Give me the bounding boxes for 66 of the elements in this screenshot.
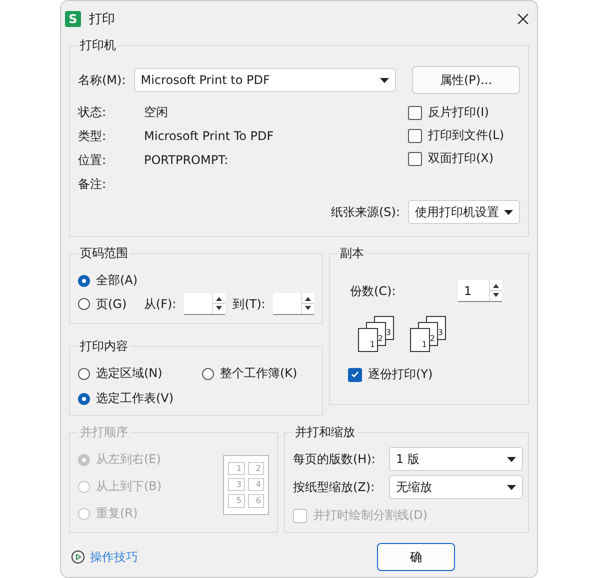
page-order-preview: 1 2 3 4 5 6	[223, 454, 269, 514]
checkmark-icon	[351, 371, 359, 378]
group-title: 副本	[339, 245, 365, 262]
info-label: 备注:	[78, 176, 108, 192]
field-value: 1	[463, 282, 473, 300]
group-title: 页码范围	[79, 245, 129, 262]
paper-source-select[interactable]: 使用打印机设置	[408, 200, 520, 224]
field-label: 到(T):	[232, 296, 266, 312]
radio-label: 选定区域(N)	[96, 365, 162, 382]
radio-label: 从左到右(E)	[96, 451, 161, 468]
spin-arrows-icon[interactable]	[212, 293, 225, 314]
info-label: 位置:	[78, 152, 108, 168]
info-value: PORTPROMPT:	[144, 153, 228, 167]
radio-label: 整个工作簿(K)	[220, 365, 298, 382]
from-page-field[interactable]	[184, 293, 225, 315]
radio-button[interactable]	[78, 298, 90, 310]
radio-label: 页(G)	[96, 296, 127, 312]
checkbox[interactable]	[408, 128, 422, 142]
radio-button[interactable]	[78, 274, 90, 286]
group-title: 并打和缩放	[294, 424, 356, 441]
radio-button[interactable]	[78, 368, 90, 380]
close-icon[interactable]	[517, 13, 529, 25]
copies-field[interactable]: 1	[458, 280, 502, 302]
app-icon: S	[65, 11, 81, 27]
scale-select[interactable]: 无缩放	[389, 475, 523, 499]
radio-button[interactable]	[78, 392, 90, 404]
to-page-field[interactable]	[273, 293, 314, 315]
radio-label: 选定工作表(V)	[96, 390, 174, 407]
field-label: 名称(M):	[78, 72, 126, 88]
pages-per-sheet-select[interactable]: 1 版	[389, 447, 523, 471]
radio-label: 从上到下(B)	[96, 478, 162, 495]
spin-arrows-icon[interactable]	[300, 293, 314, 314]
window-title: 打印	[89, 11, 116, 28]
play-icon	[71, 550, 85, 564]
ok-button[interactable]: 确	[377, 543, 455, 571]
checkbox-label: 打印到文件(L)	[428, 127, 504, 144]
checkbox-label: 逐份打印(Y)	[368, 366, 433, 383]
checkbox-label: 反片打印(I)	[428, 104, 489, 121]
group-title: 并打顺序	[79, 424, 129, 441]
checkbox[interactable]	[408, 152, 422, 166]
info-label: 类型:	[78, 128, 108, 144]
info-label: 状态:	[78, 104, 108, 120]
radio-label: 全部(A)	[96, 272, 138, 289]
properties-button[interactable]: 属性(P)...	[412, 66, 520, 94]
info-value: 空闲	[144, 104, 168, 120]
group-title: 打印机	[79, 37, 117, 54]
checkbox-label: 并打时绘制分割线(D)	[313, 507, 428, 524]
field-label: 每页的版数(H):	[293, 450, 376, 468]
printer-select[interactable]: Microsoft Print to PDF	[134, 68, 396, 92]
group-title: 打印内容	[79, 338, 129, 355]
radio-button[interactable]	[202, 368, 214, 380]
checkbox-label: 双面打印(X)	[428, 150, 494, 167]
tips-link[interactable]: 操作技巧	[71, 548, 138, 566]
caret-icon	[507, 456, 516, 462]
info-value: Microsoft Print To PDF	[144, 129, 274, 143]
checkbox[interactable]	[408, 106, 422, 120]
field-label: 按纸型缩放(Z):	[293, 478, 376, 496]
field-label: 份数(C):	[350, 282, 396, 300]
field-label: 纸张来源(S):	[330, 204, 400, 220]
checkbox[interactable]	[348, 368, 362, 382]
field-label: 从(F):	[144, 296, 176, 312]
spin-arrows-icon[interactable]	[489, 280, 502, 301]
caret-icon	[504, 210, 513, 214]
radio-label: 重复(R)	[96, 505, 138, 522]
caret-icon	[380, 78, 389, 82]
caret-icon	[507, 484, 516, 490]
